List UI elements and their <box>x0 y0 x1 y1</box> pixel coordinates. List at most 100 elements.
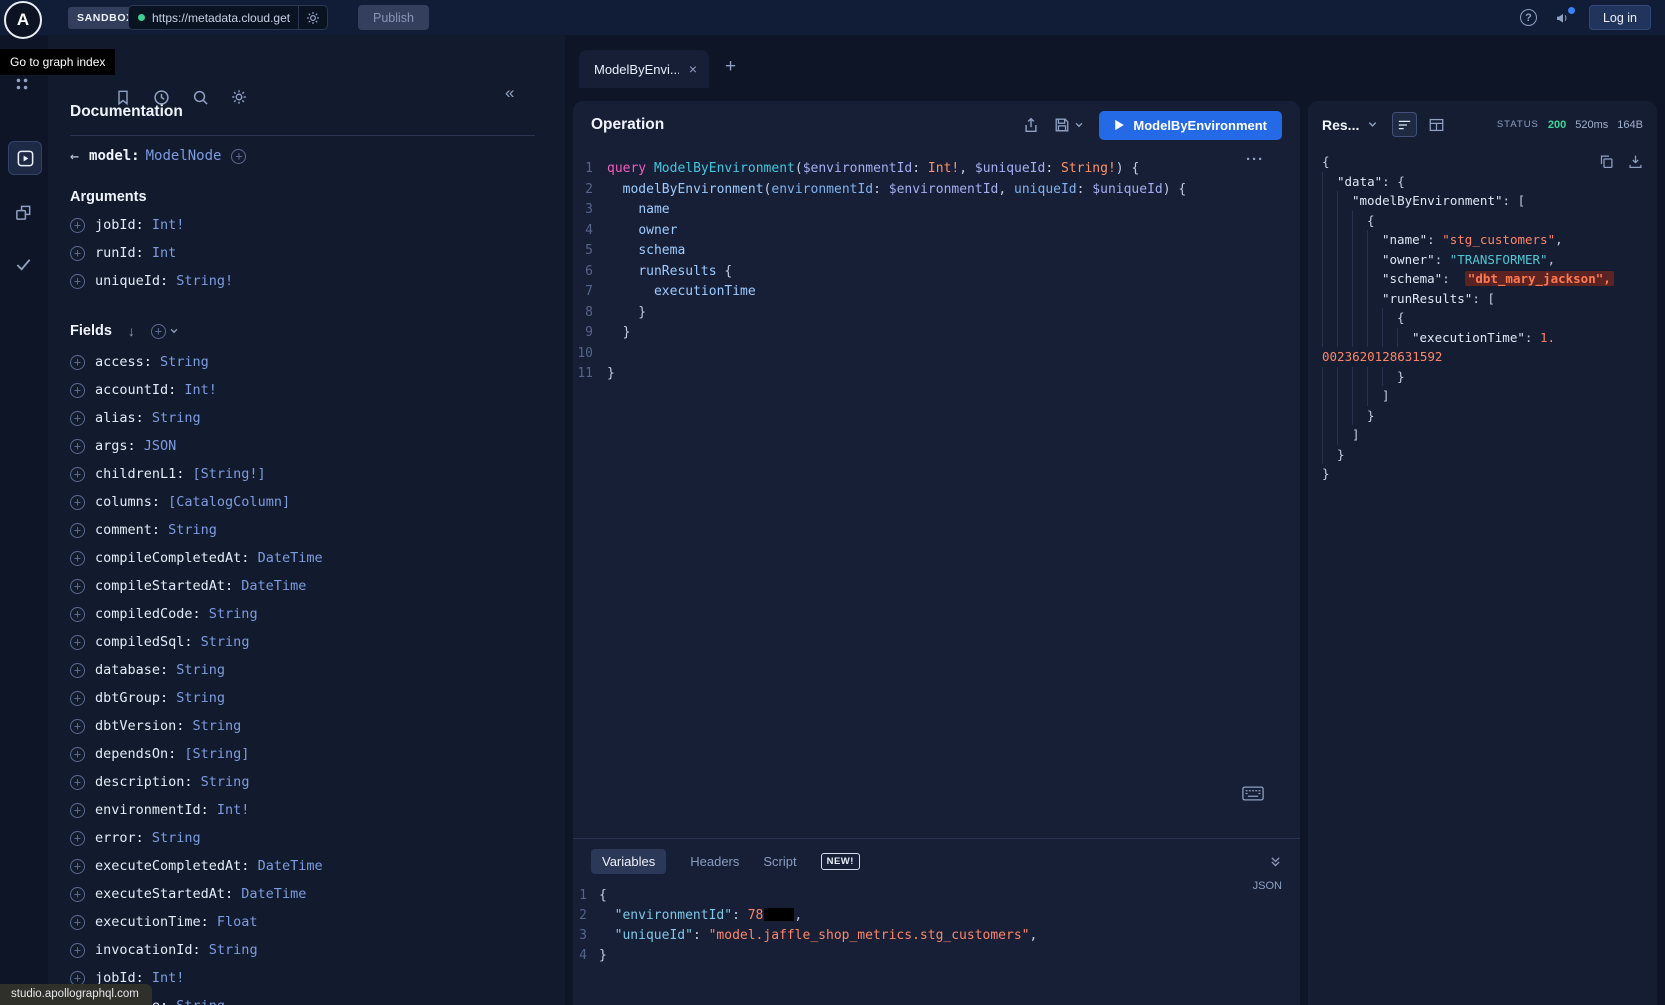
add-to-operation-icon[interactable]: + <box>70 915 85 930</box>
variables-editor[interactable]: 1{2 "environmentId": 78,3 "uniqueId": "m… <box>573 886 1300 966</box>
tab-variables[interactable]: Variables <box>591 849 666 874</box>
field-type-link[interactable]: Int <box>144 245 177 261</box>
field-type-link[interactable]: String <box>160 522 217 538</box>
field-type-link[interactable]: String <box>168 662 225 678</box>
field-type-link[interactable]: Int! <box>209 802 250 818</box>
code-line[interactable]: 4 owner <box>573 221 1300 242</box>
add-to-operation-icon[interactable]: + <box>70 831 85 846</box>
add-type-icon[interactable]: + <box>231 149 246 164</box>
field-type-link[interactable]: DateTime <box>233 578 306 594</box>
copy-response-icon[interactable] <box>1599 154 1614 169</box>
download-response-icon[interactable] <box>1628 154 1643 169</box>
add-to-operation-icon[interactable]: + <box>70 523 85 538</box>
graph-index-icon[interactable] <box>14 76 30 92</box>
field-type-link[interactable]: DateTime <box>249 858 322 874</box>
new-tab-button[interactable]: + <box>725 56 736 78</box>
field-type-link[interactable]: DateTime <box>233 886 306 902</box>
tab-script[interactable]: Script <box>763 854 796 869</box>
operation-editor[interactable]: 1query ModelByEnvironment($environmentId… <box>573 149 1300 838</box>
add-to-operation-icon[interactable]: + <box>70 691 85 706</box>
collapse-docs-icon[interactable]: « <box>505 83 514 103</box>
type-name-link[interactable]: ModelNode <box>146 148 222 164</box>
add-to-operation-icon[interactable]: + <box>70 383 85 398</box>
sort-fields-icon[interactable]: ↓ <box>128 323 135 339</box>
code-line[interactable]: 10 <box>573 344 1300 365</box>
response-chevron-icon[interactable] <box>1367 119 1378 130</box>
close-tab-icon[interactable]: × <box>689 61 697 77</box>
add-to-operation-icon[interactable]: + <box>70 411 85 426</box>
add-to-operation-icon[interactable]: + <box>70 747 85 762</box>
endpoint-url-field[interactable]: https://metadata.cloud.get <box>128 5 328 30</box>
publish-button[interactable]: Publish <box>358 5 429 30</box>
tab-headers[interactable]: Headers <box>690 854 739 869</box>
field-type-link[interactable]: String <box>193 774 250 790</box>
code-line[interactable]: 2 modelByEnvironment(environmentId: $env… <box>573 180 1300 201</box>
add-to-operation-icon[interactable]: + <box>70 719 85 734</box>
collapse-variables-icon[interactable] <box>1269 855 1282 868</box>
add-to-operation-icon[interactable]: + <box>70 887 85 902</box>
field-type-link[interactable]: [String] <box>176 746 249 762</box>
code-line[interactable]: 4} <box>573 946 1300 966</box>
code-line[interactable]: 6 runResults { <box>573 262 1300 283</box>
add-fields-chevron-icon[interactable] <box>169 326 179 336</box>
code-line[interactable]: 1query ModelByEnvironment($environmentId… <box>573 159 1300 180</box>
add-to-operation-icon[interactable]: + <box>70 635 85 650</box>
field-type-link[interactable]: String <box>184 718 241 734</box>
code-line[interactable]: 7 executionTime <box>573 282 1300 303</box>
add-to-operation-icon[interactable]: + <box>70 246 85 261</box>
field-type-link[interactable]: Float <box>209 914 258 930</box>
field-type-link[interactable]: String <box>193 634 250 650</box>
login-button[interactable]: Log in <box>1589 5 1651 30</box>
keyboard-shortcuts-icon[interactable] <box>1242 786 1264 801</box>
field-type-link[interactable]: String <box>168 998 225 1005</box>
field-type-link[interactable]: [CatalogColumn] <box>160 494 290 510</box>
code-line[interactable]: 1{ <box>573 886 1300 906</box>
field-type-link[interactable]: String <box>201 942 258 958</box>
code-line[interactable]: 3 name <box>573 200 1300 221</box>
explorer-nav-icon[interactable] <box>8 141 42 175</box>
code-line[interactable]: 2 "environmentId": 78, <box>573 906 1300 926</box>
field-type-link[interactable]: Int! <box>176 382 217 398</box>
field-type-link[interactable]: String <box>144 410 201 426</box>
add-to-operation-icon[interactable]: + <box>70 803 85 818</box>
field-type-link[interactable]: Int! <box>144 970 185 986</box>
checklist-nav-icon[interactable] <box>14 255 33 274</box>
code-line[interactable]: 9 } <box>573 323 1300 344</box>
share-icon[interactable] <box>1023 117 1039 134</box>
add-to-operation-icon[interactable]: + <box>70 663 85 678</box>
formatted-view-icon[interactable] <box>1392 112 1417 137</box>
save-icon[interactable] <box>1054 117 1070 133</box>
back-arrow-icon[interactable]: ← <box>70 147 79 165</box>
save-chevron-icon[interactable] <box>1074 120 1084 130</box>
field-type-link[interactable]: String! <box>168 273 233 289</box>
add-all-fields-icon[interactable]: + <box>151 324 166 339</box>
field-type-link[interactable]: String <box>144 830 201 846</box>
field-type-link[interactable]: String <box>168 690 225 706</box>
operation-tab[interactable]: ModelByEnvi... × <box>579 50 709 88</box>
add-to-operation-icon[interactable]: + <box>70 607 85 622</box>
operation-menu-icon[interactable]: ··· <box>1246 151 1264 168</box>
add-to-operation-icon[interactable]: + <box>70 439 85 454</box>
add-to-operation-icon[interactable]: + <box>70 218 85 233</box>
add-to-operation-icon[interactable]: + <box>70 579 85 594</box>
field-type-link[interactable]: String <box>201 606 258 622</box>
announcements-icon[interactable] <box>1554 10 1572 26</box>
add-to-operation-icon[interactable]: + <box>70 467 85 482</box>
run-operation-button[interactable]: ModelByEnvironment <box>1099 111 1282 140</box>
search-icon[interactable] <box>192 89 209 106</box>
code-line[interactable]: 5 schema <box>573 241 1300 262</box>
field-type-link[interactable]: JSON <box>136 438 177 454</box>
add-to-operation-icon[interactable]: + <box>70 859 85 874</box>
field-type-link[interactable]: DateTime <box>249 550 322 566</box>
add-to-operation-icon[interactable]: + <box>70 943 85 958</box>
schema-nav-icon[interactable] <box>14 203 33 222</box>
settings-gear-icon[interactable] <box>231 89 247 105</box>
help-icon[interactable]: ? <box>1520 9 1537 26</box>
table-view-icon[interactable] <box>1429 118 1444 132</box>
add-to-operation-icon[interactable]: + <box>70 551 85 566</box>
field-type-link[interactable]: String <box>152 354 209 370</box>
code-line[interactable]: 8 } <box>573 303 1300 324</box>
add-to-operation-icon[interactable]: + <box>70 775 85 790</box>
code-line[interactable]: 3 "uniqueId": "model.jaffle_shop_metrics… <box>573 926 1300 946</box>
field-type-link[interactable]: [String!] <box>184 466 265 482</box>
